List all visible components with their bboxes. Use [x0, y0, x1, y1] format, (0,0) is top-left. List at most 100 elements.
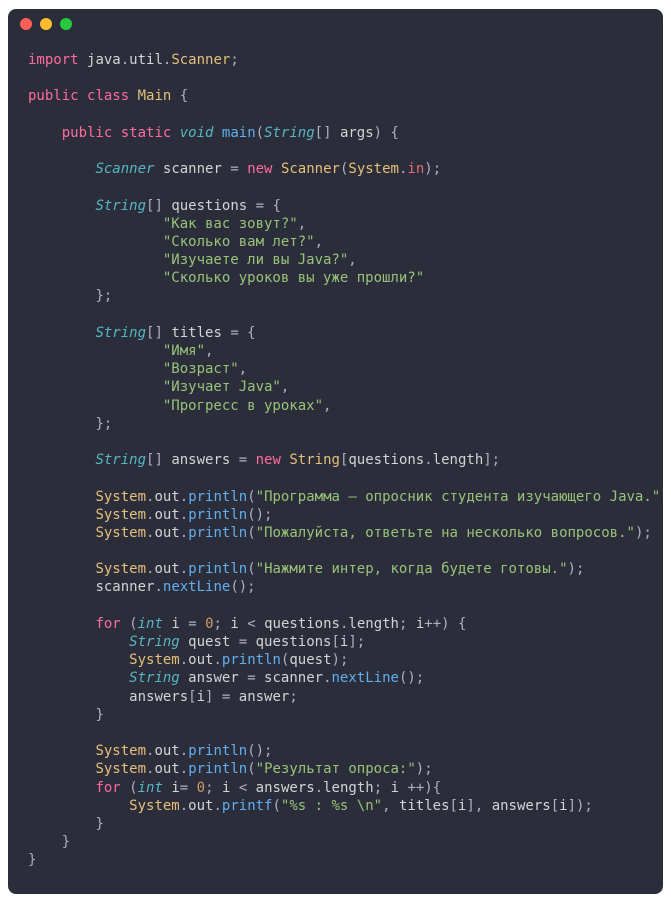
- class-name: System: [95, 489, 146, 505]
- code-text: }: [62, 834, 70, 850]
- variable: out: [154, 489, 179, 505]
- title-bar: [8, 9, 663, 39]
- method-name: printf: [222, 798, 273, 814]
- code-text: .: [213, 798, 221, 814]
- editor-window: import java.util.Scanner; public class M…: [8, 9, 663, 894]
- variable: out: [154, 761, 179, 777]
- variable: i: [197, 689, 205, 705]
- code-text: .: [180, 761, 188, 777]
- method-name: println: [188, 761, 247, 777]
- code-text: .: [121, 52, 129, 68]
- code-text: (: [247, 489, 255, 505]
- code-text: .: [154, 579, 162, 595]
- string-literal: "Нажмите интер, когда будете готовы.": [256, 561, 568, 577]
- code-text: ();: [399, 670, 424, 686]
- code-text: .: [180, 798, 188, 814]
- code-text: );: [332, 652, 349, 668]
- class-name: System: [129, 652, 180, 668]
- variable: i: [171, 780, 179, 796]
- minimize-icon[interactable]: [40, 18, 52, 30]
- code-text: ,: [281, 379, 289, 395]
- code-text: =: [188, 616, 205, 632]
- method-name: println: [188, 507, 247, 523]
- code-text: ,: [382, 798, 399, 814]
- code-text: (: [247, 561, 255, 577]
- variable: answers: [492, 798, 551, 814]
- code-text: =: [239, 634, 256, 650]
- maximize-icon[interactable]: [60, 18, 72, 30]
- variable: questions: [264, 616, 340, 632]
- variable: i: [391, 780, 399, 796]
- code-text: ];: [348, 634, 365, 650]
- number-literal: 0: [197, 780, 205, 796]
- variable: out: [154, 507, 179, 523]
- class-name: Main: [138, 88, 172, 104]
- method-name: println: [188, 489, 247, 505]
- type: String: [264, 125, 315, 141]
- class-name: System: [129, 798, 180, 814]
- code-text: ] =: [205, 689, 239, 705]
- code-text: []: [146, 452, 171, 468]
- code-text: );: [635, 525, 652, 541]
- code-text: java: [87, 52, 121, 68]
- class-name: System: [95, 743, 146, 759]
- code-text: ];: [483, 452, 500, 468]
- kw-for: for: [95, 780, 120, 796]
- class-name: System: [95, 561, 146, 577]
- variable: titles: [399, 798, 450, 814]
- code-text: ;: [230, 52, 238, 68]
- code-text: );: [416, 761, 433, 777]
- code-text: []: [146, 325, 171, 341]
- variable: titles: [171, 325, 222, 341]
- kw-int: int: [138, 780, 163, 796]
- method-name: main: [222, 125, 256, 141]
- variable: questions: [171, 198, 247, 214]
- close-icon[interactable]: [20, 18, 32, 30]
- code-text: =: [247, 670, 264, 686]
- code-text: [: [331, 634, 339, 650]
- code-text: ,: [348, 252, 356, 268]
- code-text: };: [95, 288, 112, 304]
- variable: i: [230, 616, 238, 632]
- kw-int: int: [138, 616, 163, 632]
- code-text: .: [180, 561, 188, 577]
- method-name: nextLine: [332, 670, 399, 686]
- variable: length: [433, 452, 484, 468]
- number-literal: 0: [205, 616, 213, 632]
- variable: out: [188, 652, 213, 668]
- class-name: Scanner: [281, 161, 340, 177]
- variable: quest: [188, 634, 230, 650]
- variable: args: [340, 125, 374, 141]
- class-name: System: [95, 525, 146, 541]
- variable: i: [171, 616, 179, 632]
- code-text: [: [450, 798, 458, 814]
- variable: answer: [188, 670, 239, 686]
- code-text: );: [424, 161, 441, 177]
- variable: scanner: [95, 579, 154, 595]
- code-text: ();: [247, 507, 272, 523]
- string-literal: "Изучает Java": [163, 379, 281, 395]
- type: String: [129, 670, 180, 686]
- variable: i: [559, 798, 567, 814]
- code-area: import java.util.Scanner; public class M…: [8, 39, 663, 885]
- code-text: .: [180, 525, 188, 541]
- kw-public: public: [28, 88, 79, 104]
- class-name: String: [289, 452, 340, 468]
- method-name: println: [222, 652, 281, 668]
- string-literal: "%s : %s \n": [281, 798, 382, 814]
- variable: quest: [289, 652, 331, 668]
- variable: out: [154, 561, 179, 577]
- code-text: ();: [247, 743, 272, 759]
- code-text: }: [95, 816, 103, 832]
- variable: answers: [171, 452, 230, 468]
- code-text: <: [239, 780, 256, 796]
- string-literal: "Сколько уроков вы уже прошли?": [163, 270, 424, 286]
- code-text: []: [146, 198, 171, 214]
- code-text: ;: [399, 616, 416, 632]
- method-name: println: [188, 561, 247, 577]
- kw-void: void: [180, 125, 214, 141]
- string-literal: "Изучаете ли вы Java?": [163, 252, 348, 268]
- kw-class: class: [87, 88, 129, 104]
- method-name: println: [188, 525, 247, 541]
- code-text: ,: [239, 361, 247, 377]
